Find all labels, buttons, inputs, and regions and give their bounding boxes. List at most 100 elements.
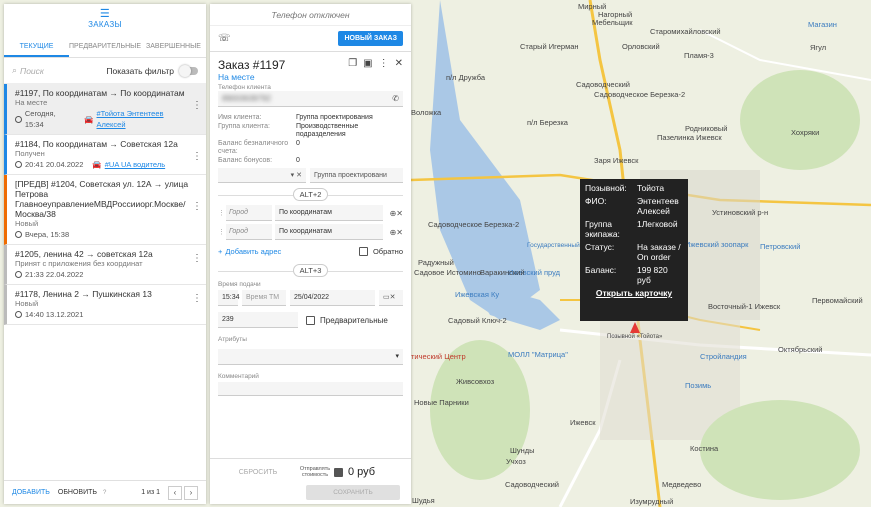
popup-callsign-value: Тойота (637, 183, 665, 193)
tab-current[interactable]: ТЕКУЩИЕ (4, 36, 70, 57)
drag-handle-icon[interactable]: ⋮ (218, 228, 226, 236)
tariff-select[interactable]: ▾ ✕ (218, 168, 306, 183)
more-icon[interactable]: ⋮ (192, 101, 202, 111)
map-label: Шудья (412, 496, 435, 505)
order-time: Сегодня, 15:34 (24, 109, 56, 129)
reset-button[interactable]: СБРОСИТЬ (218, 469, 298, 476)
phone-status: Телефон отключен (210, 4, 411, 26)
help-icon[interactable]: ? (103, 490, 106, 496)
open-card-link[interactable]: Открыть карточку (585, 288, 683, 298)
order-driver[interactable]: #UA UA водитель (105, 159, 165, 170)
car-icon: 🚘 (92, 160, 102, 169)
orders-panel: ☰ ЗАКАЗЫ ТЕКУЩИЕ ПРЕДВАРИТЕЛЬНЫЕ ЗАВЕРШЕ… (4, 4, 206, 504)
save-button[interactable]: СОХРАНИТЬ (306, 485, 400, 500)
prev-page-icon[interactable]: ‹ (168, 485, 182, 500)
map-label: Первомайский (812, 296, 863, 305)
car-icon: 🚘 (84, 114, 94, 124)
map-label: Петровский (760, 242, 801, 251)
action-bar: ☏ НОВЫЙ ЗАКАЗ (210, 26, 411, 52)
attributes-select[interactable]: ▾ (218, 349, 403, 365)
order-status: Принят с приложения без координат (15, 259, 143, 268)
date-input[interactable]: 25/04/2022 (290, 290, 375, 306)
order-item[interactable]: #1178, Ленина 2 → Пушкинская 13 Новый 14… (4, 285, 206, 325)
order-time: 20:41 20.04.2022 (25, 160, 84, 169)
add-address-button[interactable]: Добавить адрес (225, 247, 281, 256)
phone-field[interactable]: 89003639792 ✆ (218, 91, 403, 107)
order-item[interactable]: #1184, По координатам → Советская 12а По… (4, 135, 206, 175)
park-2 (700, 400, 860, 500)
locate-icon[interactable]: ⊕✕ (383, 209, 403, 218)
phone-call-icon[interactable]: ✆ (392, 94, 399, 103)
page-indicator: 1 из 1 (141, 489, 160, 496)
calendar-clear-icon[interactable]: ▭✕ (379, 290, 403, 306)
map-label: Живсовхоз (456, 377, 495, 386)
more-icon[interactable]: ⋮ (192, 254, 202, 264)
plus-icon[interactable]: + (218, 247, 222, 256)
comment-input[interactable] (218, 382, 403, 396)
search-bar: ⌕ Поиск Показать фильтр (4, 58, 206, 84)
copy-icon[interactable]: ❐ (348, 58, 357, 69)
preliminary-checkbox[interactable] (306, 315, 315, 325)
city-input[interactable]: Город (226, 205, 272, 221)
client-name-value: Группа проектирования (296, 114, 373, 121)
group-select[interactable]: Группа проектировани (310, 168, 403, 183)
drag-handle-icon[interactable]: ⋮ (218, 209, 226, 217)
map-label: Мебельщик (592, 18, 633, 27)
map-label: Садовое Истомино (414, 268, 481, 277)
address-row: ⋮ Город По координатам ⊕✕ (218, 224, 403, 240)
search-input[interactable]: Поиск (20, 66, 106, 76)
tab-completed[interactable]: ЗАВЕРШЕННЫЕ (141, 36, 206, 57)
map-label: Варакинский (480, 268, 525, 277)
car-marker-icon[interactable] (630, 322, 640, 333)
address-input[interactable]: По координатам (275, 205, 383, 221)
extra-input[interactable]: 239 (218, 312, 298, 328)
more-icon[interactable]: ⋮ (192, 152, 202, 162)
send-cost-checkbox[interactable] (334, 467, 343, 477)
time-input[interactable]: 15:34 (218, 290, 240, 306)
order-title: #1205, ленина 42 → советская 12а (15, 249, 153, 259)
more-icon[interactable]: ⋮ (192, 294, 202, 304)
driver-popup: Позывной: Тойота ФИО: Энтентеев Алексей Гр… (580, 179, 688, 321)
popup-status-label: Статус: (585, 242, 615, 252)
refresh-button[interactable]: ОБНОВИТЬ (58, 489, 97, 496)
order-item[interactable]: #1205, ленина 42 → советская 12а Принят … (4, 245, 206, 285)
more-icon[interactable]: ⋮ (192, 202, 202, 212)
map-label: Старомихайловский (650, 27, 721, 36)
map-label: Ягул (810, 43, 827, 52)
order-driver[interactable]: #Тойота Энтентеев Алексей (97, 108, 192, 130)
map-label: Новые Парники (414, 398, 469, 407)
popup-group-label: Группа экипажа: (585, 219, 620, 239)
city-input[interactable]: Город (226, 224, 272, 240)
order-title: #1178, Ленина 2 → Пушкинская 13 (15, 289, 152, 299)
tab-preliminary[interactable]: ПРЕДВАРИТЕЛЬНЫЕ (69, 36, 141, 57)
order-time: 14:40 13.12.2021 (25, 310, 84, 319)
map-label: Старый Игерман (520, 42, 579, 51)
orders-footer: ДОБАВИТЬ ОБНОВИТЬ ? 1 из 1 ‹ › (4, 480, 206, 504)
new-order-button[interactable]: НОВЫЙ ЗАКАЗ (338, 31, 403, 46)
back-checkbox[interactable] (358, 246, 368, 256)
map-label: Садоводческое Березка-2 (594, 90, 686, 99)
locate-icon[interactable]: ⊕✕ (383, 228, 403, 237)
close-icon[interactable]: ✕ (395, 58, 403, 69)
alt-shortcut-2: ALT+3 (292, 264, 329, 277)
next-page-icon[interactable]: › (184, 485, 198, 500)
forest-1 (740, 70, 860, 170)
add-order-button[interactable]: ДОБАВИТЬ (12, 489, 50, 496)
map-label: Октябрьский (778, 345, 823, 354)
filter-toggle[interactable] (179, 64, 198, 77)
preliminary-label: Предварительные (320, 315, 388, 325)
clock-icon (15, 311, 22, 318)
map-label: Позимь (685, 381, 712, 390)
address-input[interactable]: По координатам (275, 224, 383, 240)
order-item[interactable]: [ПРЕДВ] #1204, Советская ул. 12А → улица… (4, 175, 206, 245)
address-row: ⋮ Город По координатам ⊕✕ (218, 205, 403, 221)
phone-icon[interactable]: ☏ (218, 33, 231, 44)
time-label: Время подачи (218, 281, 261, 288)
price-value: 0 руб (348, 466, 376, 478)
filter-label: Показать фильтр (106, 65, 174, 76)
more-icon[interactable]: ⋮ (379, 58, 389, 69)
order-item[interactable]: #1197, По координатам → По координатам Н… (4, 84, 206, 135)
map-label: тический Центр (411, 352, 466, 361)
calendar-icon[interactable]: ▣ (363, 58, 372, 69)
map-label: Хохряки (791, 128, 820, 137)
